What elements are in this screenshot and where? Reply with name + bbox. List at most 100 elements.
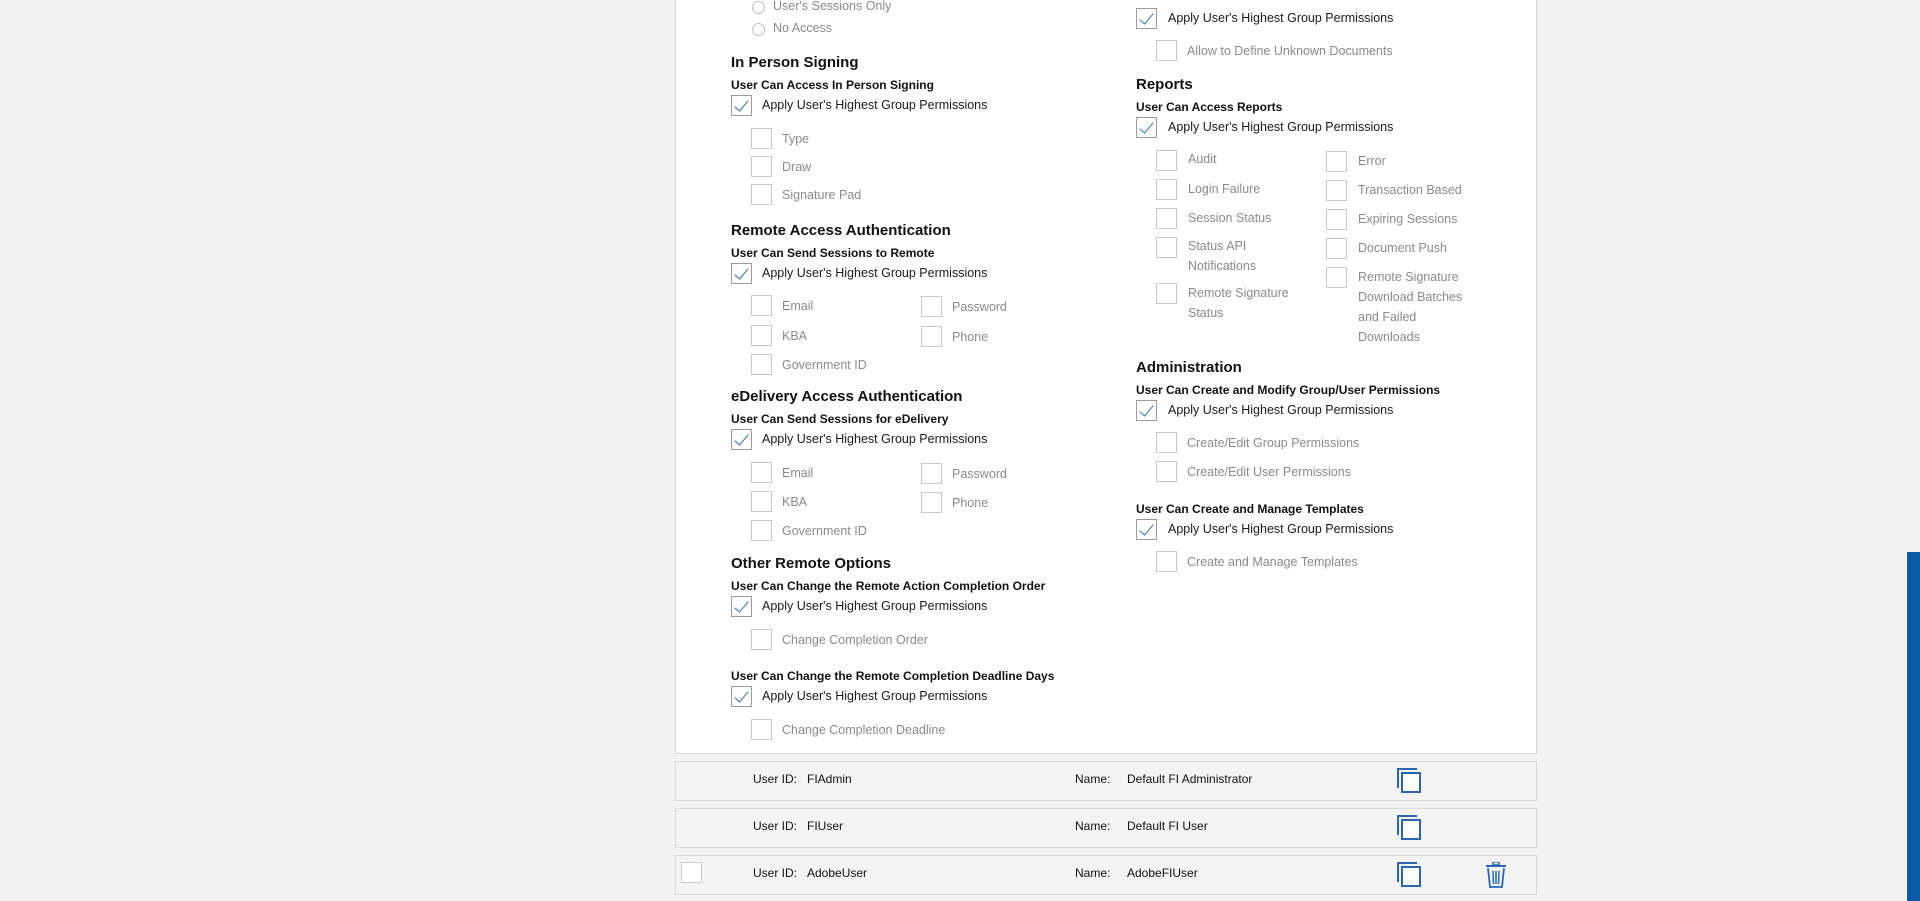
section-title-reports: Reports bbox=[1136, 76, 1193, 93]
checkbox-allow-unknown-documents[interactable] bbox=[1156, 40, 1177, 61]
checkbox-change-completion-deadline[interactable] bbox=[751, 719, 772, 740]
checkbox-report-session-status[interactable] bbox=[1156, 208, 1177, 229]
scroll-accent-bar bbox=[1907, 552, 1920, 901]
apply-label: Apply User's Highest Group Permissions bbox=[1168, 11, 1394, 25]
option-label: Create/Edit User Permissions bbox=[1187, 465, 1351, 479]
checkbox-report-status-api-notifications[interactable] bbox=[1156, 237, 1177, 258]
checkbox-phone[interactable] bbox=[921, 492, 942, 513]
apply-highest-group-checkbox[interactable] bbox=[731, 263, 752, 284]
apply-label: Apply User's Highest Group Permissions bbox=[762, 266, 988, 280]
trash-icon[interactable] bbox=[1485, 862, 1507, 888]
name-label: Name: bbox=[1075, 866, 1111, 880]
apply-highest-group-checkbox[interactable] bbox=[731, 429, 752, 450]
option-label: Email bbox=[782, 299, 814, 313]
option-label: Error bbox=[1358, 154, 1386, 168]
apply-label: Apply User's Highest Group Permissions bbox=[762, 432, 988, 446]
check-icon bbox=[734, 597, 749, 613]
check-icon bbox=[1139, 401, 1154, 417]
check-icon bbox=[734, 687, 749, 703]
checkbox-email[interactable] bbox=[751, 295, 772, 316]
section-subtitle: User Can Access In Person Signing bbox=[731, 78, 934, 92]
checkbox-government-id[interactable] bbox=[751, 520, 772, 541]
checkbox-report-document-push[interactable] bbox=[1326, 238, 1347, 259]
checkbox-create-manage-templates[interactable] bbox=[1156, 551, 1177, 572]
checkbox-report-remote-signature-download[interactable] bbox=[1326, 267, 1347, 288]
checkbox-report-audit[interactable] bbox=[1156, 150, 1177, 171]
apply-highest-group-checkbox[interactable] bbox=[1136, 519, 1157, 540]
option-label: Remote Signature Download Batches and Fa… bbox=[1358, 270, 1463, 344]
option-label: KBA bbox=[782, 329, 808, 343]
checkbox-report-error[interactable] bbox=[1326, 151, 1347, 172]
option-label: Document Push bbox=[1358, 241, 1447, 255]
user-id-label: User ID: bbox=[753, 819, 798, 833]
checkbox-report-login-failure[interactable] bbox=[1156, 179, 1177, 200]
radio-no-access[interactable] bbox=[752, 23, 765, 36]
copy-icon[interactable] bbox=[1397, 815, 1423, 841]
option-label: Expiring Sessions bbox=[1358, 212, 1458, 226]
checkbox-signature-pad[interactable] bbox=[751, 184, 772, 205]
option-label: Draw bbox=[782, 160, 812, 174]
user-id-value: FIAdmin bbox=[807, 772, 852, 786]
checkbox-email[interactable] bbox=[751, 462, 772, 483]
checkbox-kba[interactable] bbox=[751, 491, 772, 512]
radio-users-sessions-only[interactable] bbox=[752, 1, 765, 14]
option-label: Transaction Based bbox=[1358, 183, 1462, 197]
checkbox-password[interactable] bbox=[921, 463, 942, 484]
check-icon bbox=[734, 264, 749, 280]
option-label: Session Status bbox=[1188, 211, 1272, 225]
section-subtitle: User Can Access Reports bbox=[1136, 100, 1283, 114]
radio-label: User's Sessions Only bbox=[773, 0, 892, 13]
name-label: Name: bbox=[1075, 772, 1111, 786]
checkbox-type[interactable] bbox=[751, 128, 772, 149]
user-row[interactable]: User ID: FIAdmin Name: Default FI Admini… bbox=[675, 761, 1537, 801]
section-subtitle: User Can Change the Remote Action Comple… bbox=[731, 579, 1046, 593]
checkbox-government-id[interactable] bbox=[751, 354, 772, 375]
section-subtitle: User Can Create and Manage Templates bbox=[1136, 502, 1364, 516]
apply-label: Apply User's Highest Group Permissions bbox=[1168, 403, 1394, 417]
option-label: Login Failure bbox=[1188, 182, 1261, 196]
apply-highest-group-checkbox[interactable] bbox=[731, 596, 752, 617]
apply-label: Apply User's Highest Group Permissions bbox=[762, 98, 988, 112]
copy-icon[interactable] bbox=[1397, 768, 1423, 794]
check-icon bbox=[1139, 118, 1154, 134]
apply-highest-group-checkbox[interactable] bbox=[1136, 400, 1157, 421]
user-select-checkbox[interactable] bbox=[681, 862, 702, 883]
checkbox-change-completion-order[interactable] bbox=[751, 629, 772, 650]
user-row[interactable]: User ID: AdobeUser Name: AdobeFIUser bbox=[675, 855, 1537, 895]
checkbox-password[interactable] bbox=[921, 296, 942, 317]
copy-icon-front bbox=[1401, 772, 1421, 793]
option-label: Email bbox=[782, 466, 814, 480]
copy-icon[interactable] bbox=[1397, 862, 1423, 888]
checkbox-kba[interactable] bbox=[751, 325, 772, 346]
option-label: Change Completion Deadline bbox=[782, 723, 946, 737]
section-title-edelivery-access: eDelivery Access Authentication bbox=[731, 388, 963, 405]
checkbox-draw[interactable] bbox=[751, 156, 772, 177]
option-label: Password bbox=[952, 300, 1007, 314]
apply-highest-group-checkbox[interactable] bbox=[1136, 8, 1157, 29]
radio-label: No Access bbox=[773, 21, 833, 35]
checkbox-report-remote-signature-status[interactable] bbox=[1156, 283, 1177, 304]
apply-label: Apply User's Highest Group Permissions bbox=[762, 689, 988, 703]
check-icon bbox=[734, 96, 749, 112]
user-row[interactable]: User ID: FIUser Name: Default FI User bbox=[675, 808, 1537, 848]
copy-icon-front bbox=[1401, 866, 1421, 887]
copy-icon-front bbox=[1401, 819, 1421, 840]
permissions-panel: User's Sessions Only No Access In Person… bbox=[675, 0, 1537, 754]
name-value: Default FI User bbox=[1127, 819, 1208, 833]
option-label: Create/Edit Group Permissions bbox=[1187, 436, 1360, 450]
checkbox-create-edit-group-permissions[interactable] bbox=[1156, 432, 1177, 453]
apply-highest-group-checkbox[interactable] bbox=[731, 686, 752, 707]
option-label: Remote Signature Status bbox=[1188, 286, 1289, 320]
name-value: AdobeFIUser bbox=[1127, 866, 1198, 880]
apply-highest-group-checkbox[interactable] bbox=[731, 95, 752, 116]
option-label: Create and Manage Templates bbox=[1187, 555, 1358, 569]
checkbox-phone[interactable] bbox=[921, 326, 942, 347]
checkbox-report-expiring-sessions[interactable] bbox=[1326, 209, 1347, 230]
checkbox-report-transaction-based[interactable] bbox=[1326, 180, 1347, 201]
name-label: Name: bbox=[1075, 819, 1111, 833]
user-id-value: FIUser bbox=[807, 819, 843, 833]
user-id-value: AdobeUser bbox=[807, 866, 868, 880]
apply-highest-group-checkbox[interactable] bbox=[1136, 117, 1157, 138]
checkbox-create-edit-user-permissions[interactable] bbox=[1156, 461, 1177, 482]
option-label: Allow to Define Unknown Documents bbox=[1187, 44, 1393, 58]
